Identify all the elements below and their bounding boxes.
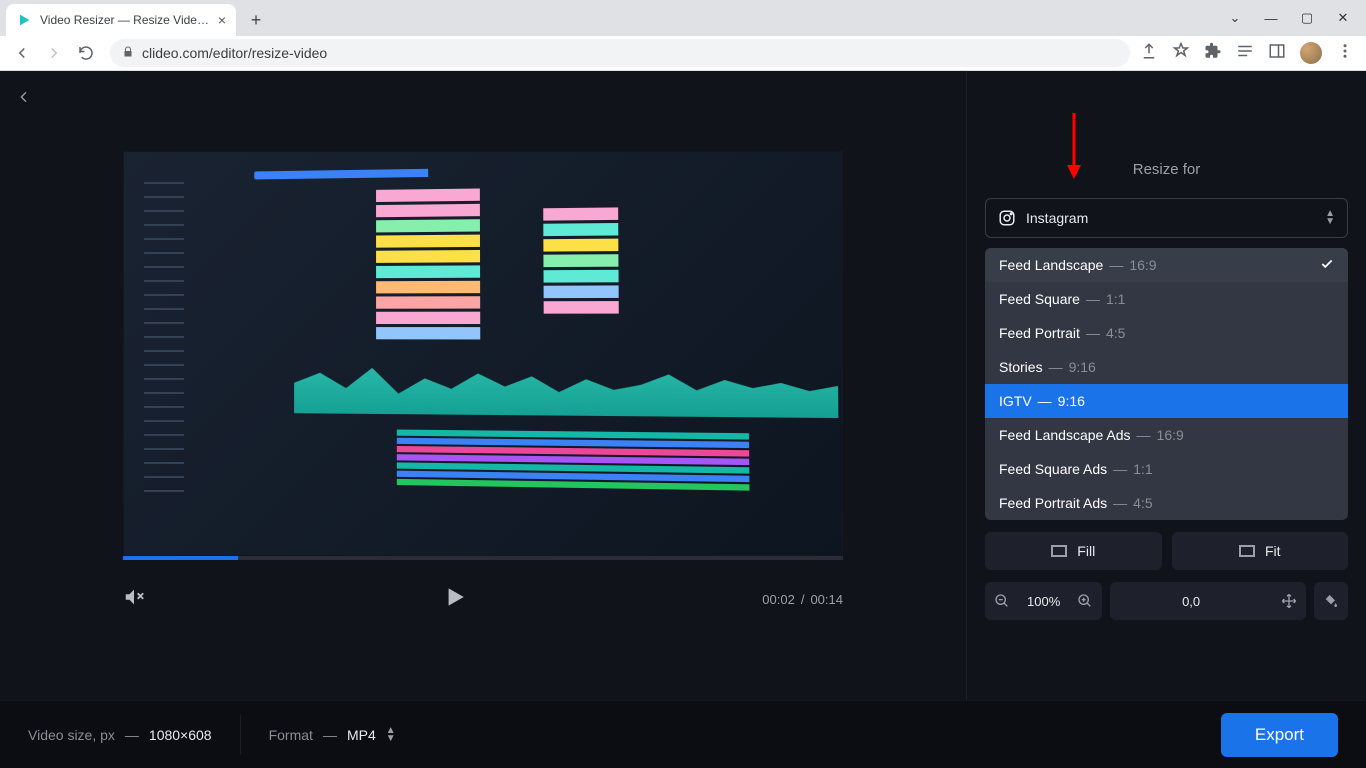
preset-option[interactable]: IGTV—9:16 [985, 384, 1348, 418]
preset-ratio: 4:5 [1133, 495, 1152, 511]
paint-bucket-icon [1314, 582, 1348, 620]
format-label: Format [269, 727, 313, 743]
progress-bar[interactable] [123, 556, 843, 560]
share-icon[interactable] [1140, 42, 1158, 65]
fill-icon [1051, 545, 1067, 557]
resize-panel: Resize for Instagram ▲▼ Feed Landscape—1… [966, 71, 1366, 700]
play-button[interactable] [441, 584, 467, 615]
fill-button[interactable]: Fill [985, 532, 1162, 570]
preset-name: Feed Landscape Ads [999, 427, 1131, 443]
extensions-icon[interactable] [1204, 42, 1222, 65]
minimize-icon[interactable]: ― [1262, 11, 1280, 26]
time-display: 00:02 / 00:14 [762, 592, 843, 607]
preset-option[interactable]: Feed Square Ads—1:1 [985, 452, 1348, 486]
app-root: 00:02 / 00:14 Resize for Instagram ▲▼ Fe… [0, 71, 1366, 768]
video-size-group: Video size, px — 1080×608 [28, 727, 212, 743]
platform-select[interactable]: Instagram ▲▼ [985, 198, 1348, 238]
video-preview[interactable] [123, 151, 843, 556]
fit-label: Fit [1265, 543, 1281, 559]
zoom-out-button[interactable] [985, 582, 1019, 620]
preset-ratio: 1:1 [1106, 291, 1125, 307]
new-tab-button[interactable]: + [242, 6, 270, 34]
tab-close-icon[interactable]: × [218, 12, 226, 28]
preset-name: Feed Square Ads [999, 461, 1107, 477]
preset-ratio: 4:5 [1106, 325, 1125, 341]
check-icon [1320, 257, 1334, 274]
preset-option[interactable]: Feed Portrait Ads—4:5 [985, 486, 1348, 520]
preset-ratio: 9:16 [1058, 393, 1085, 409]
close-window-icon[interactable]: ✕ [1334, 10, 1352, 26]
size-label: Video size, px [28, 727, 115, 743]
fill-label: Fill [1077, 543, 1095, 559]
instagram-icon [998, 209, 1016, 227]
lock-icon [122, 46, 134, 61]
preset-option[interactable]: Feed Landscape—16:9 [985, 248, 1348, 282]
forward-button[interactable] [40, 39, 68, 67]
preset-name: Stories [999, 359, 1043, 375]
mute-button[interactable] [123, 586, 145, 613]
preset-option[interactable]: Stories—9:16 [985, 350, 1348, 384]
select-caret-icon: ▲▼ [1325, 210, 1335, 226]
zoom-in-button[interactable] [1068, 582, 1102, 620]
export-button[interactable]: Export [1221, 713, 1338, 757]
reload-button[interactable] [72, 39, 100, 67]
preset-ratio: 16:9 [1157, 427, 1184, 443]
media-control-icon[interactable] [1236, 42, 1254, 65]
back-button[interactable] [8, 39, 36, 67]
zoom-value: 100% [1019, 594, 1068, 609]
window-controls: ⌄ ― ▢ ✕ [1226, 0, 1366, 36]
annotation-arrow-icon [1062, 111, 1086, 191]
maximize-icon[interactable]: ▢ [1298, 10, 1316, 26]
browser-titlebar: Video Resizer — Resize Video On × + ⌄ ― … [0, 0, 1366, 36]
kebab-menu-icon[interactable] [1336, 42, 1354, 65]
zoom-control: 100% [985, 582, 1102, 620]
preview-pane: 00:02 / 00:14 [0, 71, 966, 700]
favicon-icon [16, 12, 32, 28]
profile-avatar[interactable] [1300, 42, 1322, 64]
fill-color-control[interactable] [1314, 582, 1348, 620]
preset-name: Feed Portrait [999, 325, 1080, 341]
size-value: 1080×608 [149, 727, 212, 743]
side-panel-icon[interactable] [1268, 42, 1286, 65]
address-bar[interactable]: clideo.com/editor/resize-video [110, 39, 1130, 67]
format-caret-icon: ▲▼ [386, 727, 396, 743]
app-back-button[interactable] [16, 89, 32, 110]
preset-name: Feed Portrait Ads [999, 495, 1107, 511]
format-group[interactable]: Format — MP4 ▲▼ [269, 727, 396, 743]
preset-name: Feed Landscape [999, 257, 1103, 273]
preset-ratio: 1:1 [1133, 461, 1152, 477]
preset-option[interactable]: Feed Square—1:1 [985, 282, 1348, 316]
preset-option[interactable]: Feed Landscape Ads—16:9 [985, 418, 1348, 452]
fit-button[interactable]: Fit [1172, 532, 1349, 570]
position-value: 0,0 [1110, 594, 1272, 609]
current-time: 00:02 [762, 592, 795, 607]
preset-name: IGTV [999, 393, 1032, 409]
preset-ratio: 16:9 [1129, 257, 1156, 273]
platform-value: Instagram [1026, 210, 1315, 226]
browser-tab[interactable]: Video Resizer — Resize Video On × [6, 4, 236, 36]
export-label: Export [1255, 725, 1304, 745]
duration: 00:14 [810, 592, 843, 607]
url-text: clideo.com/editor/resize-video [142, 45, 327, 61]
browser-toolbar: clideo.com/editor/resize-video [0, 36, 1366, 71]
position-control: 0,0 [1110, 582, 1306, 620]
move-button[interactable] [1272, 582, 1306, 620]
tab-title: Video Resizer — Resize Video On [40, 13, 210, 27]
bookmark-star-icon[interactable] [1172, 42, 1190, 65]
caret-down-icon[interactable]: ⌄ [1226, 10, 1244, 26]
bottom-bar: Video size, px — 1080×608 Format — MP4 ▲… [0, 700, 1366, 768]
preset-option[interactable]: Feed Portrait—4:5 [985, 316, 1348, 350]
preset-ratio: 9:16 [1069, 359, 1096, 375]
preset-name: Feed Square [999, 291, 1080, 307]
panel-title: Resize for [985, 161, 1348, 178]
preset-dropdown: Feed Landscape—16:9Feed Square—1:1Feed P… [985, 248, 1348, 520]
fit-icon [1239, 545, 1255, 557]
format-value: MP4 [347, 727, 376, 743]
